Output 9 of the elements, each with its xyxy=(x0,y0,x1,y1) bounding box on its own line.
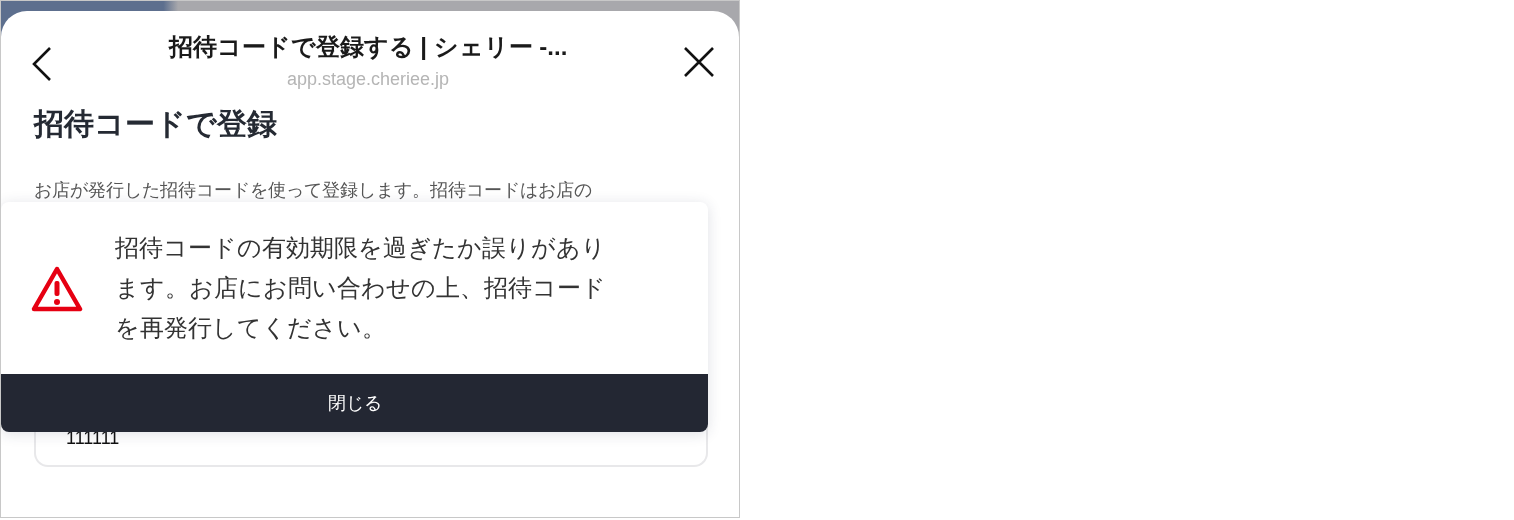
warning-icon xyxy=(31,266,83,312)
back-icon[interactable] xyxy=(32,47,52,81)
close-icon[interactable] xyxy=(684,47,714,77)
close-button[interactable]: 閉じる xyxy=(1,374,708,432)
description-text: お店が発行した招待コードを使って登録します。招待コードはお店の xyxy=(34,179,593,201)
page-heading: 招待コードで登録 xyxy=(34,106,278,142)
error-message: 招待コードの有効期限を過ぎたか誤りがあります。お店にお問い合わせの上、招待コードを再発行してください。 xyxy=(115,233,607,343)
page-title: 招待コードで登録する | シェリー -... xyxy=(167,31,569,62)
page-url: app.stage.cheriee.jp xyxy=(285,68,451,90)
